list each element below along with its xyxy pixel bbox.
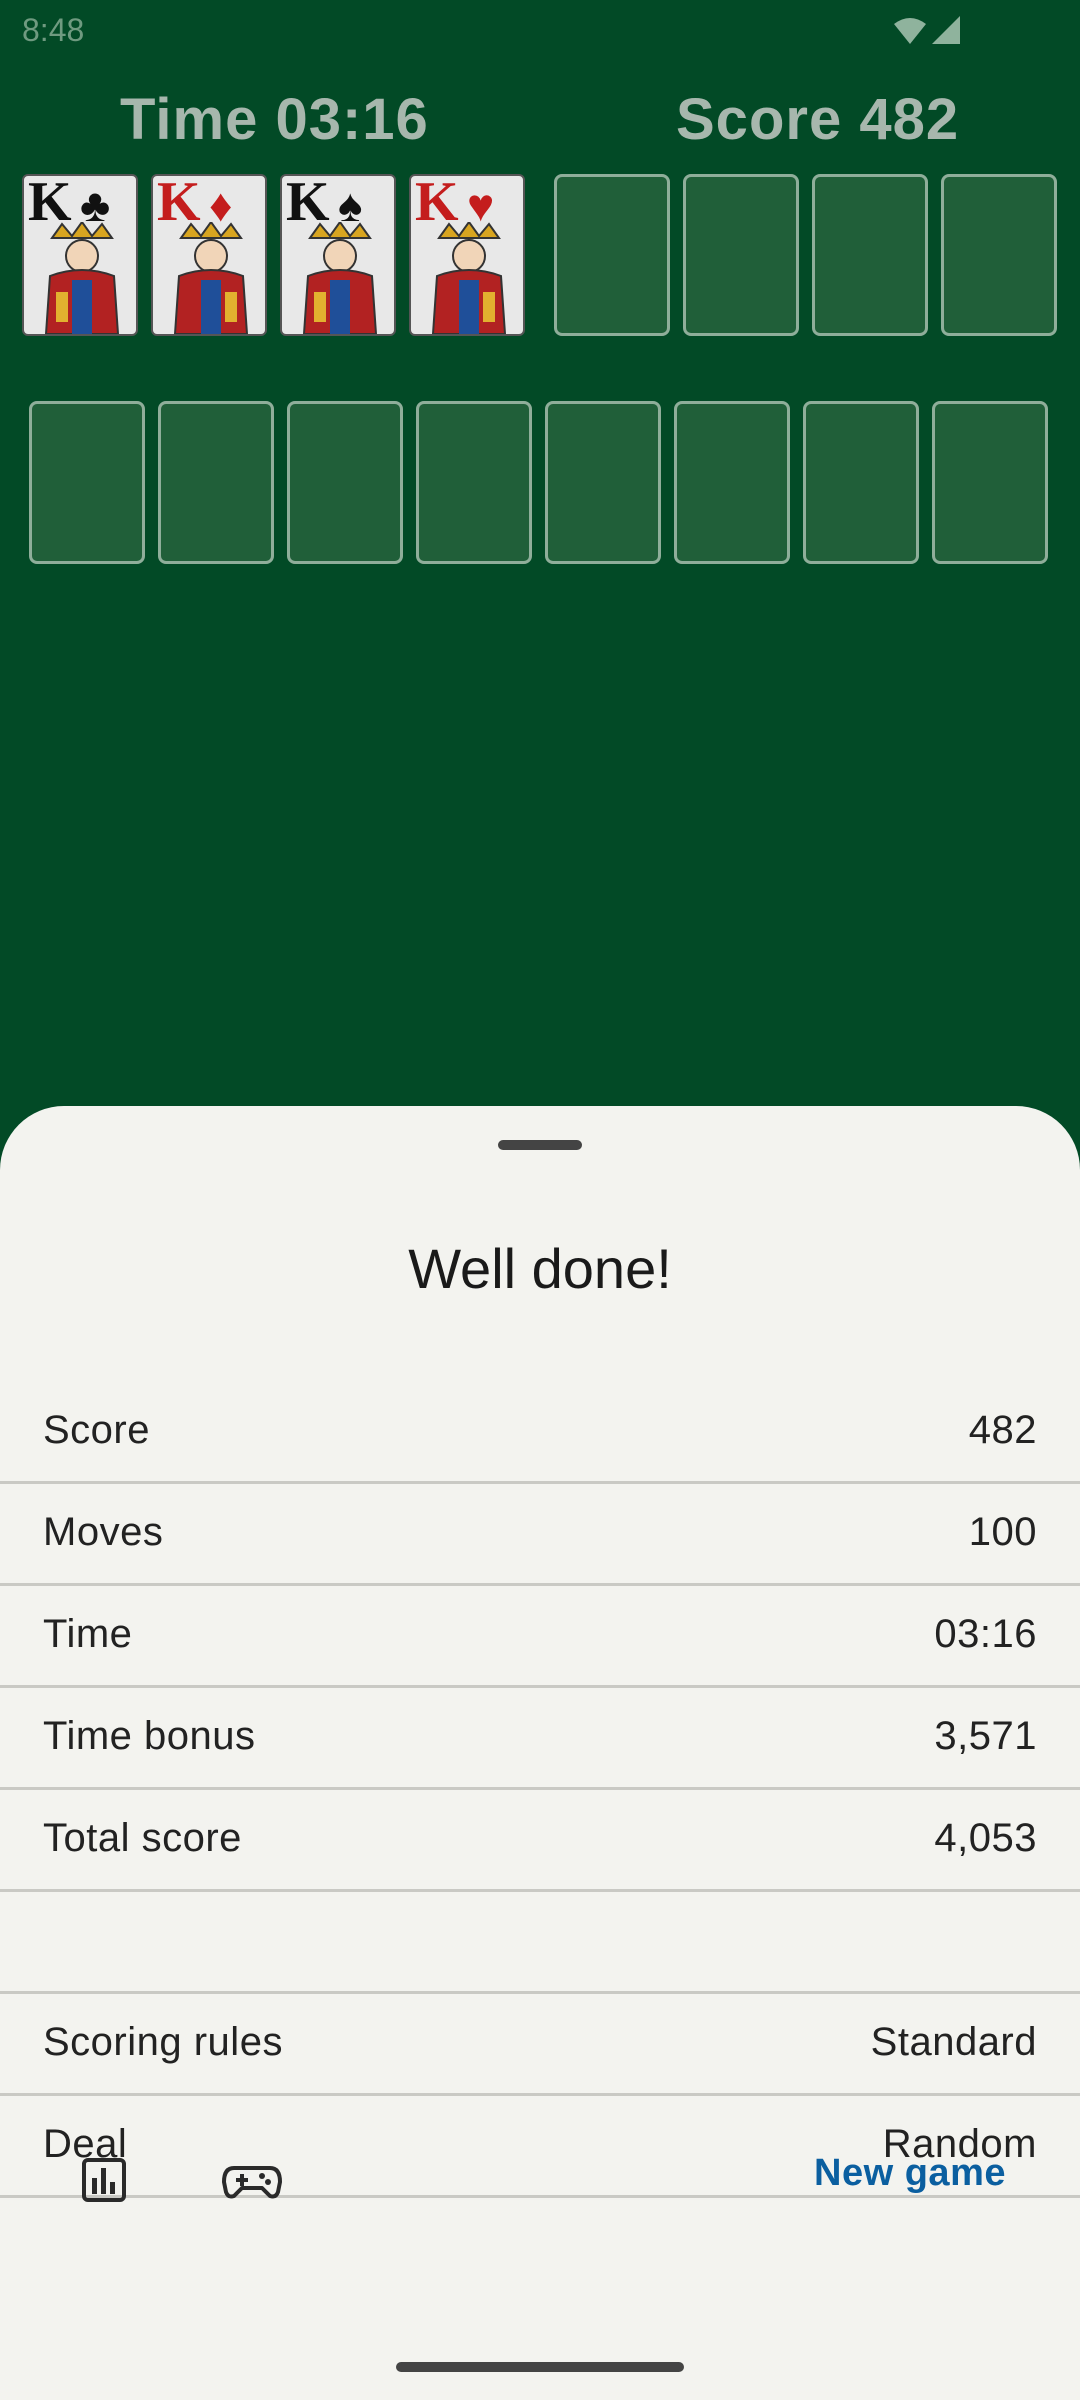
stat-value: 03:16 [934, 1612, 1037, 1656]
cellular-signal-icon [932, 16, 960, 44]
stat-label: Moves [43, 1510, 164, 1554]
foundation-card-clubs[interactable]: K ♣ [22, 174, 138, 336]
stat-value: 4,053 [934, 1816, 1037, 1860]
tableau-column-8[interactable] [932, 401, 1048, 564]
foundation-card-hearts[interactable]: K ♥ [409, 174, 525, 336]
free-cell-4[interactable] [941, 174, 1057, 336]
free-cell-2[interactable] [683, 174, 799, 336]
stat-value: 100 [968, 1510, 1037, 1554]
free-cell-1[interactable] [554, 174, 670, 336]
stat-row-total-score: Total score 4,053 [0, 1790, 1080, 1892]
tableau-column-4[interactable] [416, 401, 532, 564]
tableau-column-6[interactable] [674, 401, 790, 564]
setting-label: Scoring rules [43, 2020, 283, 2064]
status-time: 8:48 [22, 12, 85, 48]
bar-chart-icon[interactable] [72, 2148, 136, 2212]
foundation-card-spades[interactable]: K ♠ [280, 174, 396, 336]
free-cell-3[interactable] [812, 174, 928, 336]
tableau-column-5[interactable] [545, 401, 661, 564]
stat-label: Total score [43, 1816, 242, 1860]
king-face-icon [302, 222, 378, 334]
sheet-action-bar: New game [0, 2124, 1080, 2234]
stat-row-time: Time 03:16 [0, 1586, 1080, 1688]
foundation-card-diamonds[interactable]: K ♦ [151, 174, 267, 336]
tableau-column-3[interactable] [287, 401, 403, 564]
gamepad-icon[interactable] [220, 2148, 284, 2212]
king-face-icon [431, 222, 507, 334]
new-game-button[interactable]: New game [814, 2152, 1006, 2195]
stat-label: Time [43, 1612, 133, 1656]
stat-value: 3,571 [934, 1714, 1037, 1758]
gesture-nav-handle[interactable] [396, 2362, 684, 2372]
wifi-icon [894, 18, 926, 44]
sheet-drag-handle[interactable] [498, 1140, 582, 1150]
setting-row-scoring-rules[interactable]: Scoring rules Standard [0, 1994, 1080, 2096]
king-face-icon [173, 222, 249, 334]
stat-label: Score [43, 1408, 150, 1452]
stat-row-time-bonus: Time bonus 3,571 [0, 1688, 1080, 1790]
king-face-icon [44, 222, 120, 334]
game-score: Score 482 [676, 87, 960, 152]
stat-row-score: Score 482 [0, 1382, 1080, 1484]
status-bar: 8:48 [0, 0, 1080, 64]
status-icons [892, 14, 964, 46]
tableau-column-2[interactable] [158, 401, 274, 564]
tableau-column-1[interactable] [29, 401, 145, 564]
sheet-title: Well done! [408, 1237, 672, 1300]
spacer-row [0, 1892, 1080, 1994]
stat-row-moves: Moves 100 [0, 1484, 1080, 1586]
tableau-column-7[interactable] [803, 401, 919, 564]
setting-value: Standard [870, 2020, 1037, 2064]
stat-label: Time bonus [43, 1714, 256, 1758]
game-timer: Time 03:16 [120, 87, 429, 152]
stat-value: 482 [968, 1408, 1037, 1452]
